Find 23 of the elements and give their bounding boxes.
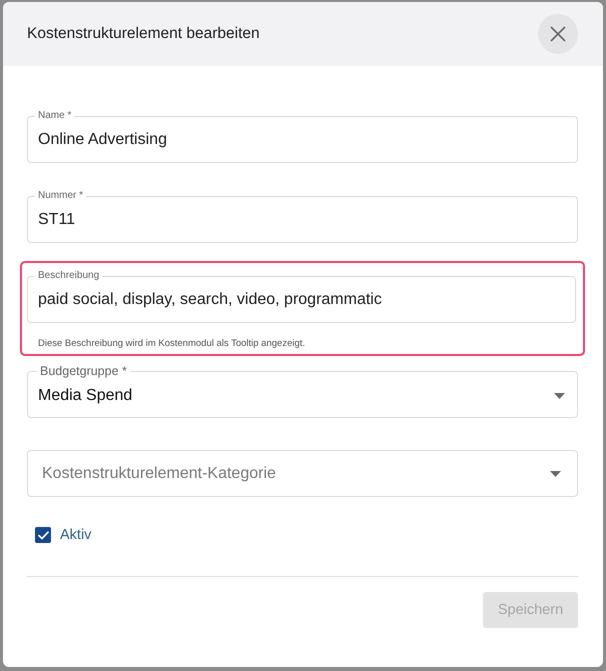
dropdown-field[interactable]: Budgetgruppe * Media Spend (27, 364, 578, 418)
field-value: paid social, display, search, video, programmatic (38, 291, 382, 309)
check-icon (38, 530, 48, 540)
dialog-title: Kostenstrukturelement bearbeiten (27, 25, 260, 43)
placeholder-text: Kostenstrukturelement-Kategorie (42, 464, 276, 482)
input-field[interactable]: Nummer * ST11 (27, 190, 578, 243)
checkbox-label[interactable]: Aktiv (60, 526, 92, 544)
helper-text: Diese Beschreibung wird im Kostenmodul als Tooltip angezeigt. (37, 338, 306, 350)
field-label: Budgetgruppe * (39, 364, 128, 378)
caret-icon (550, 470, 561, 476)
field-value: ST11 (38, 211, 76, 229)
close-icon (550, 26, 566, 42)
field-value: Online Advertising (38, 131, 167, 149)
field-label: Nummer * (37, 190, 84, 202)
input-field[interactable]: Beschreibung paid social, display, search, video, programmatic (27, 270, 576, 323)
checkbox[interactable] (35, 527, 51, 543)
field-label: Beschreibung (37, 270, 100, 282)
input-field[interactable]: Name * Online Advertising (27, 110, 578, 163)
dropdown-field[interactable]: Kostenstrukturelement-Kategorie (27, 450, 578, 497)
selected-value: Media Spend (38, 386, 132, 404)
field-label: Name * (37, 110, 72, 122)
caret-icon (554, 392, 565, 398)
close-button[interactable] (538, 14, 578, 54)
